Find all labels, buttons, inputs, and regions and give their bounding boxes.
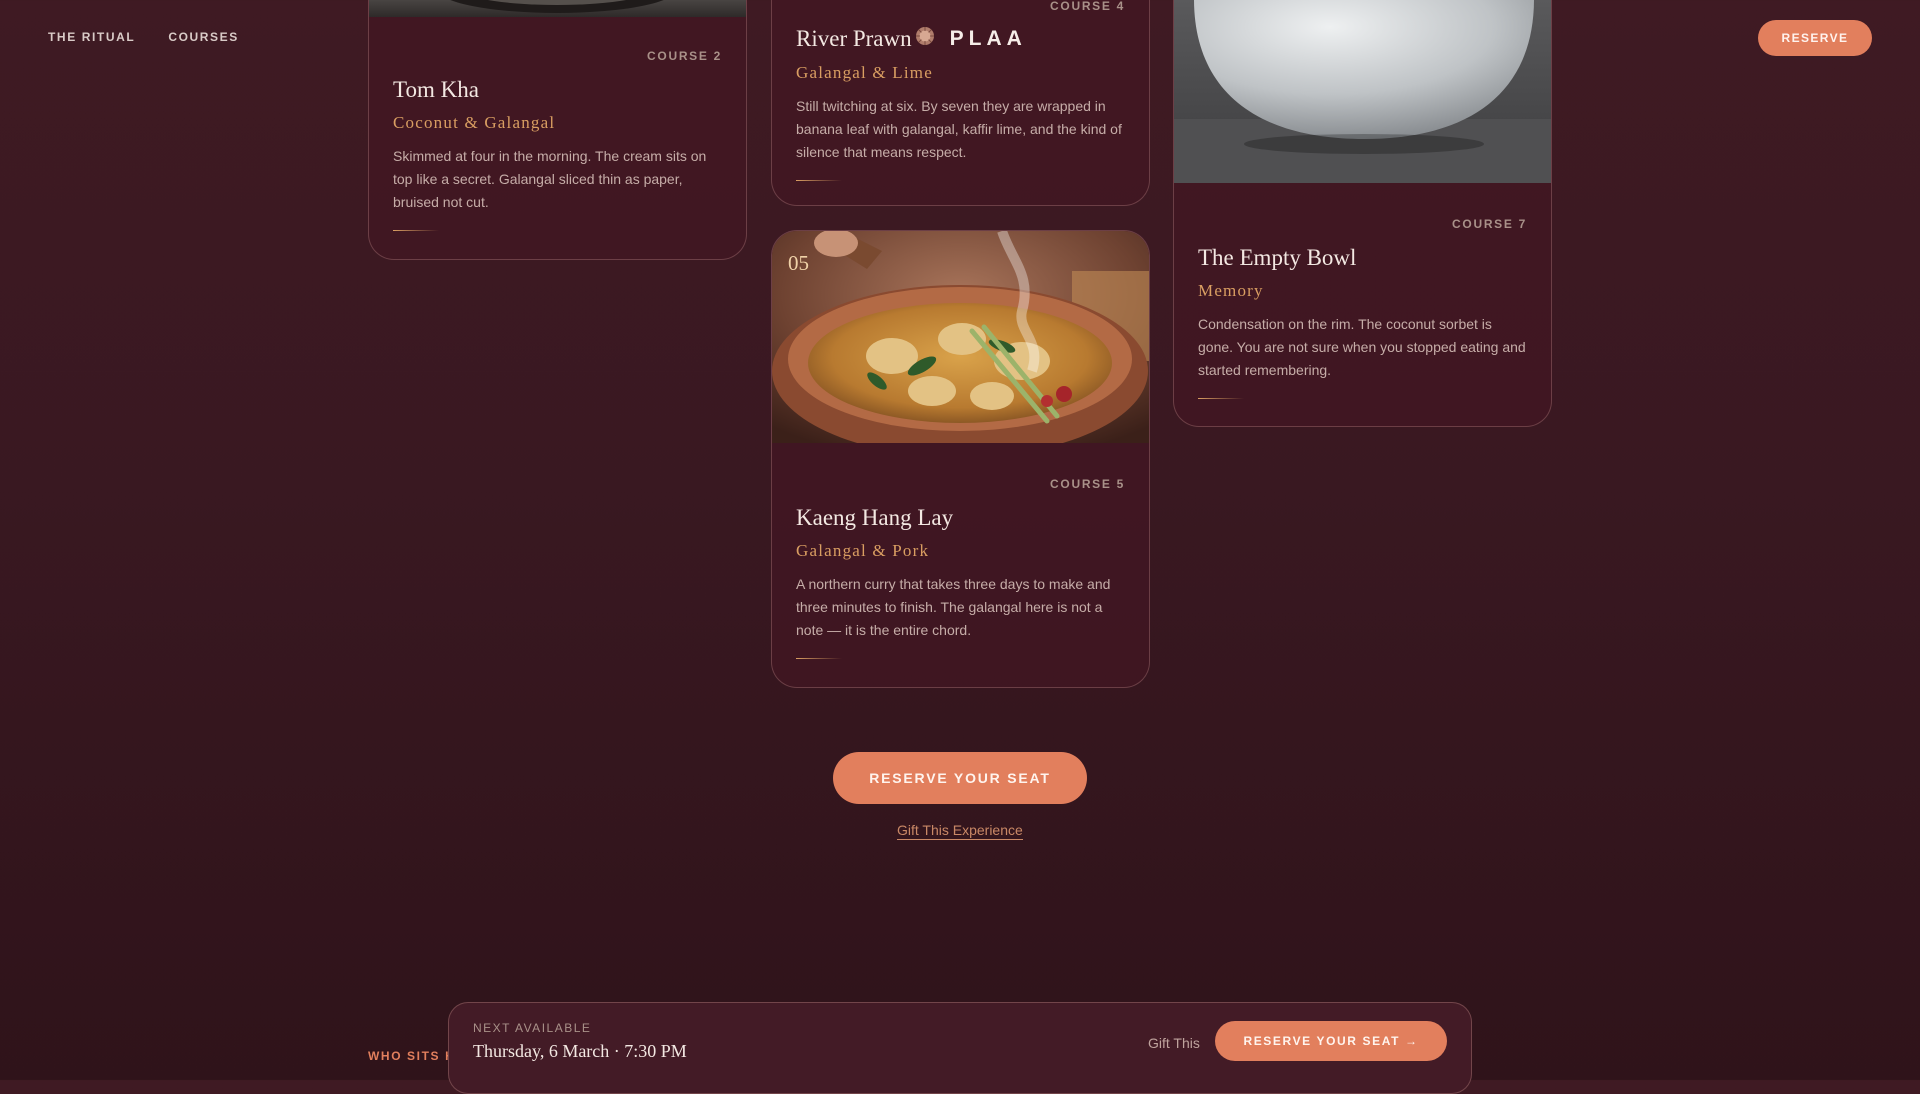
dish-title-thai: PLAA bbox=[949, 27, 1027, 50]
nav-link-courses[interactable]: COURSES bbox=[168, 30, 239, 44]
dish-title: Tom Kha bbox=[393, 77, 479, 102]
divider bbox=[796, 180, 842, 181]
divider bbox=[393, 230, 439, 231]
kaeng-hang-lay-image: 05 bbox=[772, 231, 1149, 443]
tom-kha-image bbox=[369, 0, 746, 17]
reserve-your-seat-button[interactable]: RESERVE YOUR SEAT bbox=[833, 752, 1087, 804]
course-card-empty-bowl: COURSE 7 The Empty Bowl Memory Condensat… bbox=[1173, 0, 1552, 427]
divider bbox=[1198, 398, 1244, 399]
dish-description: Still twitching at six. By seven they ar… bbox=[796, 98, 1122, 160]
bar-reserve-button[interactable]: RESERVE YOUR SEAT → bbox=[1215, 1021, 1447, 1061]
dish-description: Skimmed at four in the morning. The crea… bbox=[393, 148, 707, 210]
curry-pot-photo bbox=[772, 231, 1149, 443]
course-card-river-prawn: COURSE 4 River Prawn PLAA Galangal & Lim… bbox=[771, 0, 1150, 206]
gift-experience-link[interactable]: Gift This Experience bbox=[897, 822, 1023, 840]
booking-bar: NEXT AVAILABLE Thursday, 6 March · 7:30 … bbox=[448, 1002, 1472, 1094]
course-number: COURSE 7 bbox=[1452, 217, 1527, 231]
dish-pairing: Galangal & Pork bbox=[796, 541, 930, 560]
dish-title: The Empty Bowl bbox=[1198, 245, 1357, 270]
sun-icon bbox=[914, 25, 936, 53]
bowl-rim-graphic bbox=[450, 0, 664, 13]
nav-link-the-ritual[interactable]: THE RITUAL bbox=[48, 30, 135, 44]
course-card-kaeng-hang-lay: 05 COURSE 5 Kaeng Hang Lay Galangal & Po… bbox=[771, 230, 1150, 688]
nav-reserve-button[interactable]: RESERVE bbox=[1758, 20, 1872, 56]
next-available-label: NEXT AVAILABLE bbox=[473, 1021, 592, 1035]
course-card-tom-kha: COURSE 2 Tom Kha Coconut & Galangal Skim… bbox=[368, 0, 747, 260]
dish-pairing: Coconut & Galangal bbox=[393, 113, 556, 132]
nav-links: THE RITUAL COURSES bbox=[48, 30, 239, 44]
course-number-badge: 05 bbox=[788, 251, 809, 275]
tom-kha-body: COURSE 2 Tom Kha Coconut & Galangal Skim… bbox=[369, 17, 746, 255]
river-prawn-body: COURSE 4 River Prawn PLAA Galangal & Lim… bbox=[772, 0, 1149, 205]
white-bowl-photo bbox=[1174, 0, 1551, 183]
dish-pairing: Galangal & Lime bbox=[796, 63, 933, 82]
who-sits-here-heading: WHO SITS H bbox=[368, 1049, 456, 1063]
empty-bowl-body: COURSE 7 The Empty Bowl Memory Condensat… bbox=[1174, 183, 1551, 423]
gift-this-link[interactable]: Gift This bbox=[1148, 1035, 1200, 1051]
kaeng-hang-lay-body: COURSE 5 Kaeng Hang Lay Galangal & Pork … bbox=[772, 443, 1149, 683]
course-number: COURSE 2 bbox=[647, 49, 722, 63]
dish-title: Kaeng Hang Lay bbox=[796, 505, 954, 530]
dish-title-row: River Prawn PLAA bbox=[796, 25, 1125, 53]
dish-description: A northern curry that takes three days t… bbox=[796, 576, 1111, 638]
dish-title: River Prawn bbox=[796, 26, 912, 51]
divider bbox=[796, 658, 842, 659]
next-available-date: Thursday, 6 March · 7:30 PM bbox=[473, 1041, 687, 1061]
dish-description: Condensation on the rim. The coconut sor… bbox=[1198, 316, 1526, 378]
course-number: COURSE 4 bbox=[1050, 0, 1125, 13]
course-number: COURSE 5 bbox=[1050, 477, 1125, 491]
dish-pairing: Memory bbox=[1198, 281, 1264, 300]
empty-bowl-image bbox=[1174, 0, 1551, 183]
